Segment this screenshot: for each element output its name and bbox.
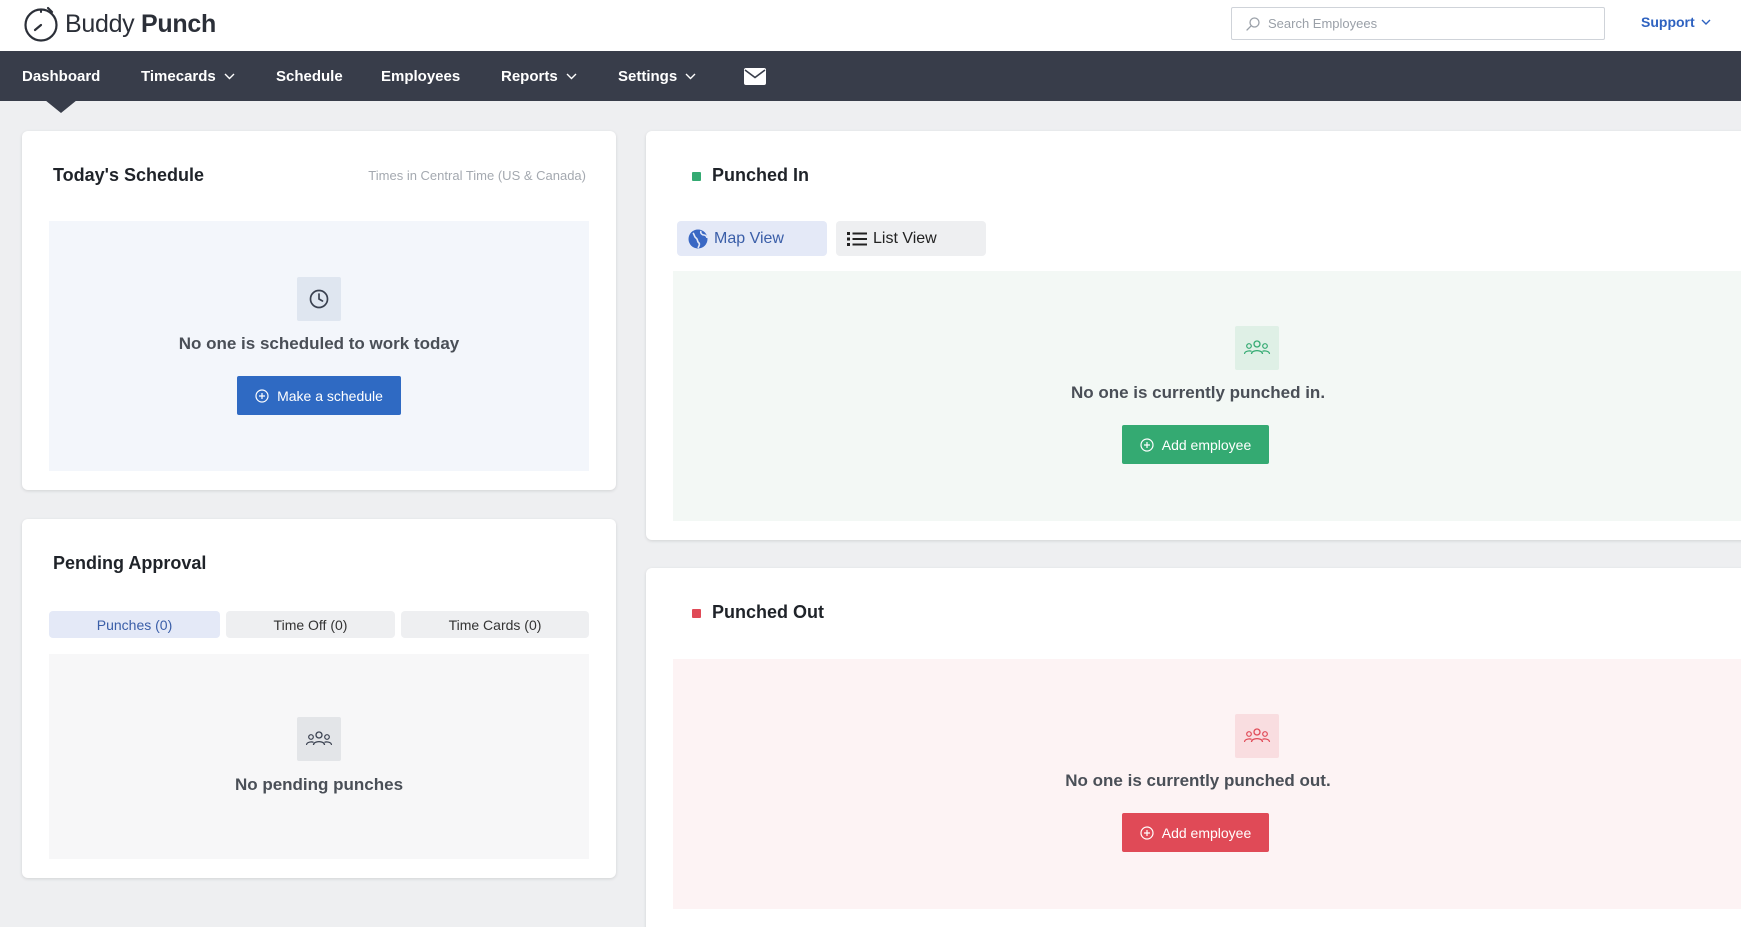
tab-time-cards[interactable]: Time Cards (0) <box>401 611 589 638</box>
tab-time-off[interactable]: Time Off (0) <box>226 611 395 638</box>
nav-schedule-label: Schedule <box>276 67 343 85</box>
make-schedule-button[interactable]: Make a schedule <box>237 376 401 415</box>
pending-empty-state: No pending punches <box>49 654 589 859</box>
plus-circle-icon <box>1140 825 1154 840</box>
button-label: Add employee <box>1161 436 1252 453</box>
card-title: Punched In <box>712 165 810 185</box>
list-view-button[interactable]: List View <box>836 221 986 256</box>
employee-search[interactable] <box>1231 7 1605 40</box>
nav-reports[interactable]: Reports <box>501 51 577 101</box>
pending-approval-card: Pending Approval Punches (0) Time Off (0… <box>22 519 616 878</box>
clock-icon <box>297 277 341 321</box>
nav-settings-label: Settings <box>618 67 678 85</box>
timezone-note: Times in Central Time (US & Canada) <box>368 168 586 183</box>
nav-reports-label: Reports <box>501 67 558 85</box>
brand-name-bold: Punch <box>141 9 216 38</box>
status-dot-red <box>692 609 701 618</box>
brand-name-light: Buddy <box>65 9 135 38</box>
card-title: Pending Approval <box>53 553 207 573</box>
empty-message: No one is currently punched in. <box>1070 383 1326 402</box>
envelope-icon <box>744 67 766 85</box>
chevron-down-icon <box>224 73 235 79</box>
search-icon <box>1246 16 1260 31</box>
tab-punches[interactable]: Punches (0) <box>49 611 220 638</box>
punched-in-empty-state: No one is currently punched in. Add empl… <box>673 271 1741 521</box>
nav-schedule[interactable]: Schedule <box>276 51 343 101</box>
support-label: Support <box>1641 14 1695 30</box>
chevron-down-icon <box>1701 19 1711 25</box>
punched-out-empty-state: No one is currently punched out. Add emp… <box>673 659 1741 909</box>
chevron-down-icon <box>685 73 696 79</box>
top-header: Buddy Punch Support <box>0 0 1741 51</box>
add-employee-button[interactable]: Add employee <box>1122 813 1269 852</box>
plus-circle-icon <box>255 388 269 403</box>
search-input[interactable] <box>1268 16 1588 31</box>
button-label: Make a schedule <box>277 387 383 404</box>
tab-label: Time Off (0) <box>273 616 348 633</box>
main-nav: Dashboard Timecards Schedule Employees R… <box>0 51 1741 101</box>
users-icon <box>297 717 341 761</box>
globe-icon <box>688 229 708 248</box>
empty-message: No one is currently punched out. <box>1065 771 1331 790</box>
nav-employees[interactable]: Employees <box>381 51 460 101</box>
users-icon <box>1235 714 1279 758</box>
brand-name: Buddy Punch <box>65 10 216 39</box>
empty-message: No one is scheduled to work today <box>178 334 460 353</box>
list-icon <box>847 231 867 246</box>
nav-timecards-label: Timecards <box>141 67 216 85</box>
plus-circle-icon <box>1140 437 1154 452</box>
empty-message: No pending punches <box>234 775 404 794</box>
status-dot-green <box>692 172 701 181</box>
view-label: Map View <box>714 229 784 247</box>
chevron-down-icon <box>566 73 577 79</box>
add-employee-button[interactable]: Add employee <box>1122 425 1269 464</box>
users-icon <box>1235 326 1279 370</box>
map-view-button[interactable]: Map View <box>677 221 827 256</box>
stopwatch-logo-icon <box>22 5 60 43</box>
nav-dashboard-label: Dashboard <box>22 67 101 85</box>
nav-messages[interactable] <box>736 51 766 101</box>
nav-timecards[interactable]: Timecards <box>141 51 235 101</box>
button-label: Add employee <box>1161 824 1252 841</box>
punched-in-card: Punched In Map View List View No one is … <box>646 131 1741 540</box>
todays-schedule-card: Today's Schedule Times in Central Time (… <box>22 131 616 490</box>
brand-logo[interactable]: Buddy Punch <box>22 4 216 44</box>
tab-label: Time Cards (0) <box>448 616 542 633</box>
punched-out-card: Punched Out No one is currently punched … <box>646 568 1741 927</box>
nav-dashboard[interactable]: Dashboard <box>22 51 100 101</box>
support-menu[interactable]: Support <box>1641 14 1711 30</box>
view-label: List View <box>873 229 937 247</box>
schedule-empty-state: No one is scheduled to work today Make a… <box>49 221 589 471</box>
tab-label: Punches (0) <box>96 616 173 633</box>
nav-employees-label: Employees <box>381 67 461 85</box>
active-nav-indicator <box>45 100 77 113</box>
card-title: Punched Out <box>712 602 824 622</box>
card-title: Today's Schedule <box>53 165 204 185</box>
nav-settings[interactable]: Settings <box>618 51 696 101</box>
